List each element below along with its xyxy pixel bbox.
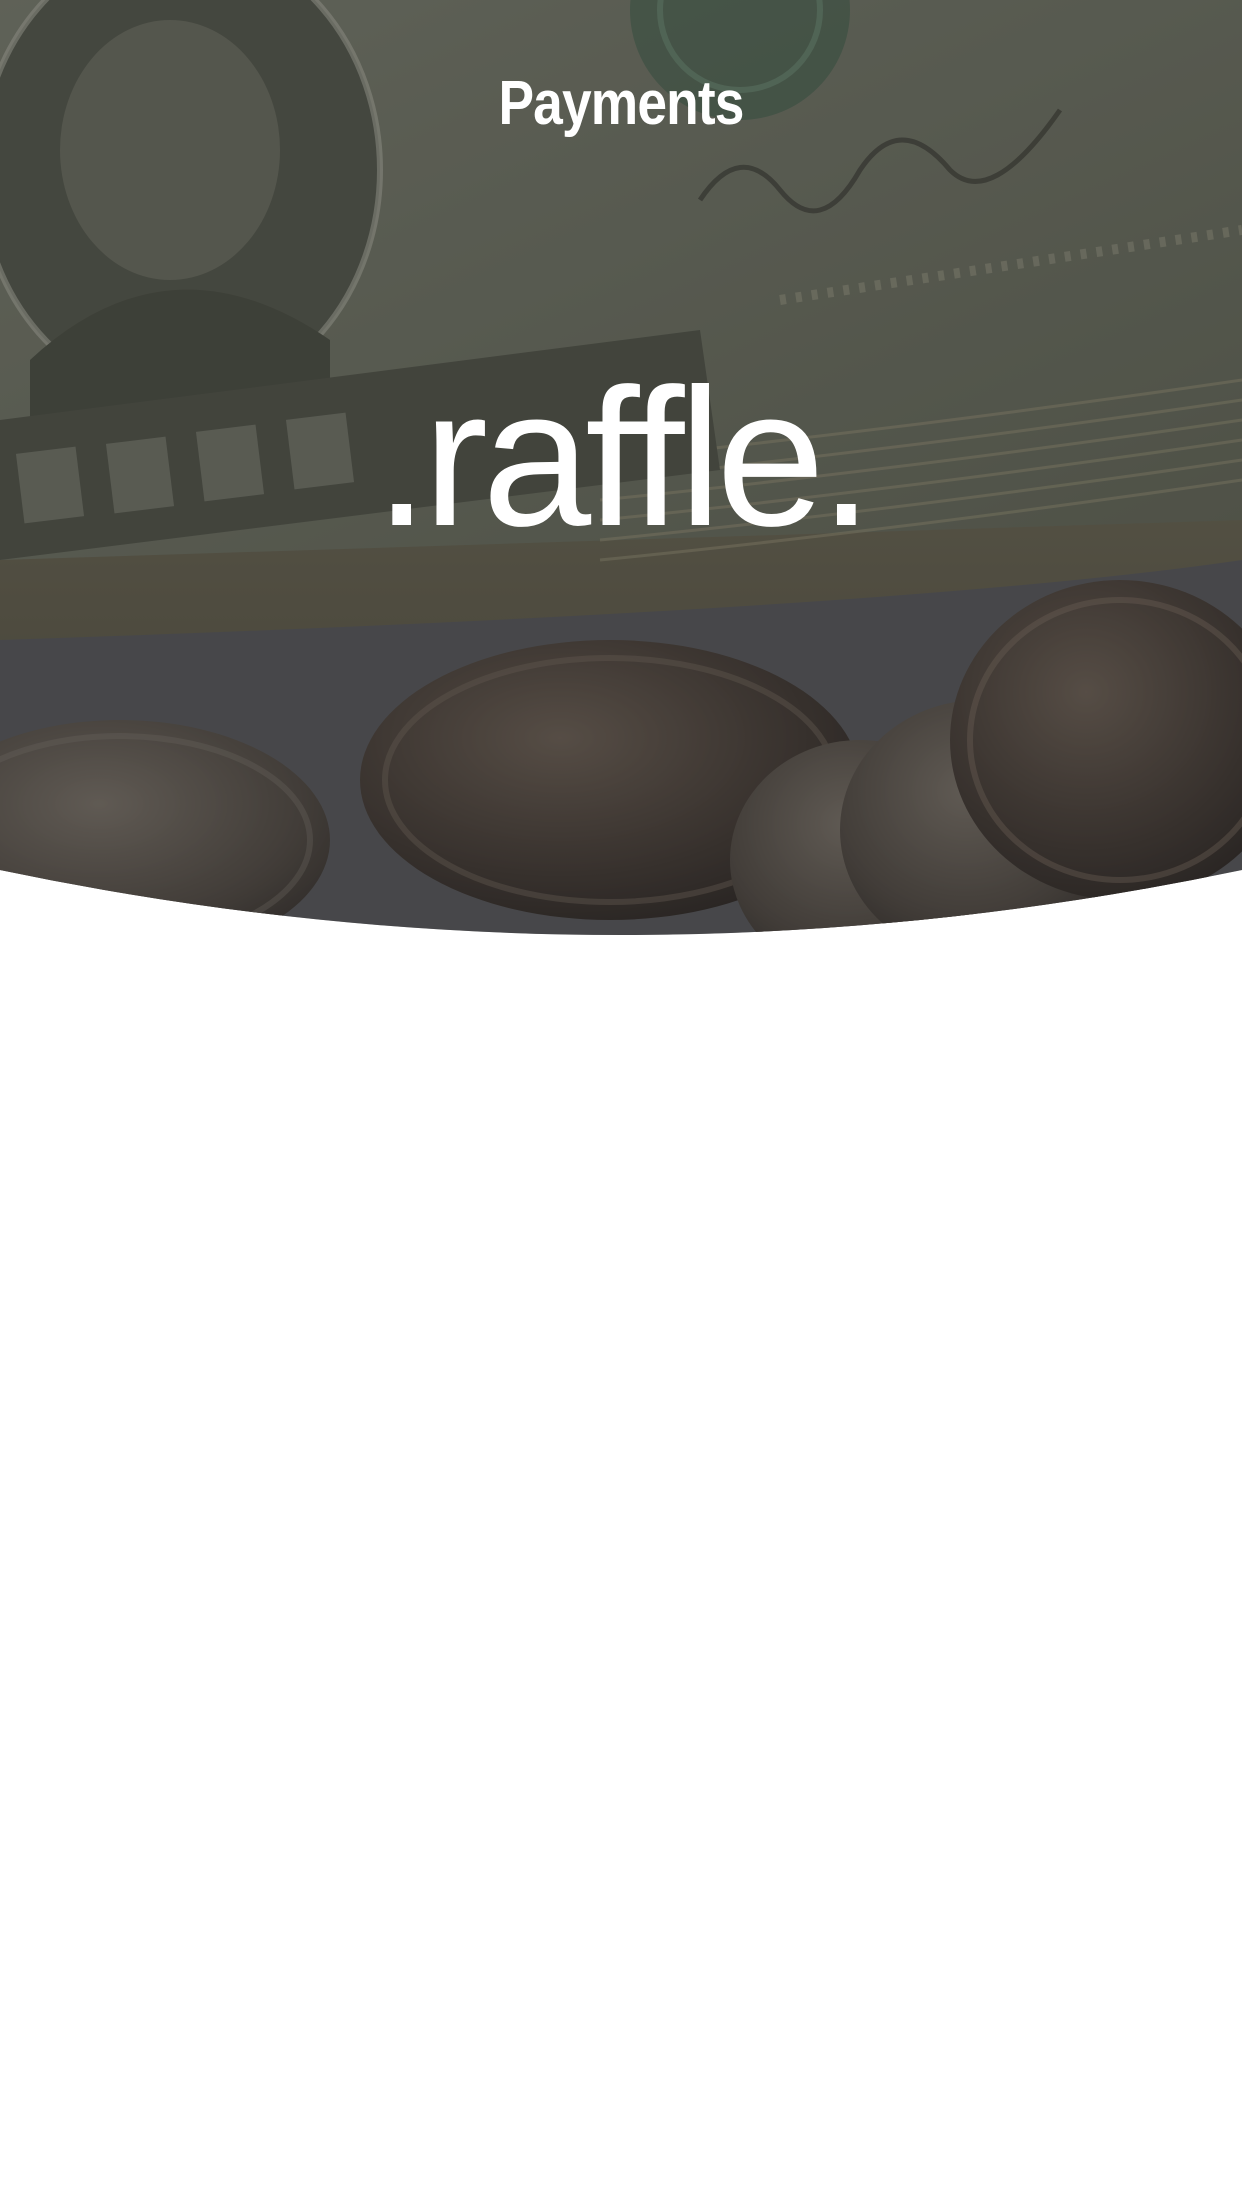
page-title: Payments	[498, 69, 744, 138]
brand-logo-text: .raffle.	[374, 348, 873, 567]
payments-screen: Payments .raffle.	[0, 0, 1242, 2208]
main-content-area	[0, 960, 1242, 2208]
hero-header: Payments .raffle.	[0, 0, 1242, 960]
